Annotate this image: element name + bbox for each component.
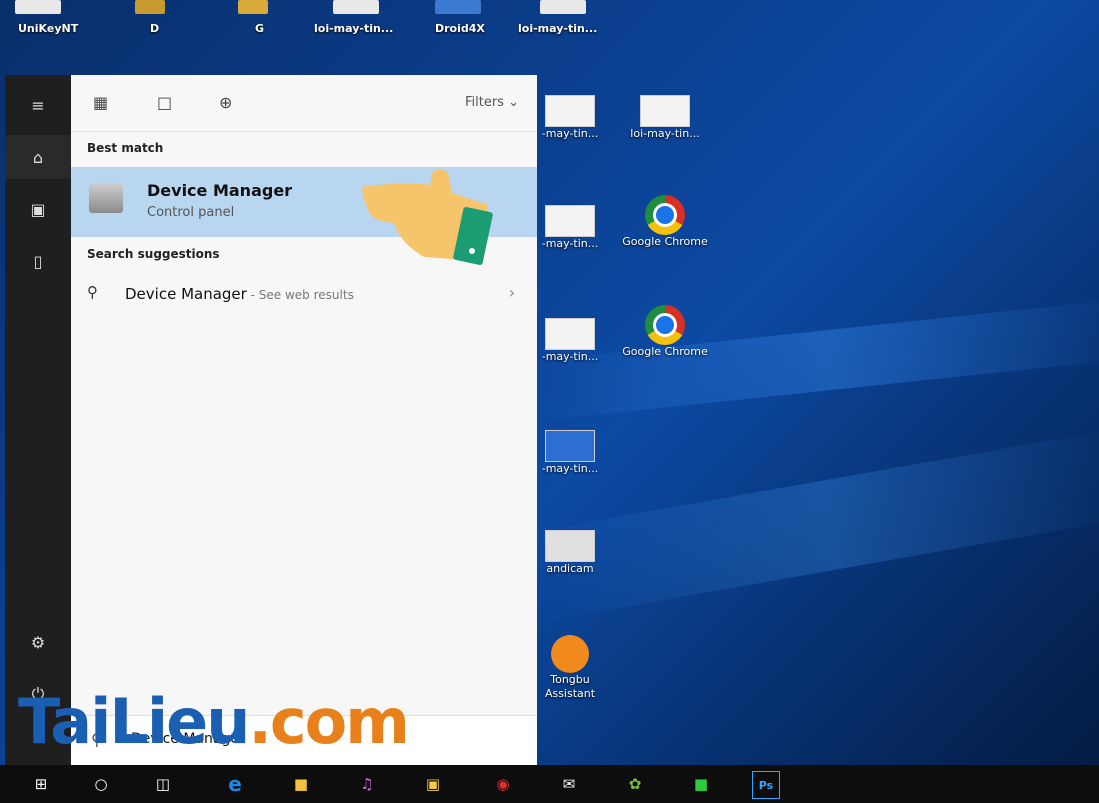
file-thumbnail bbox=[545, 318, 595, 350]
desktop-icon[interactable] bbox=[15, 0, 61, 14]
desktop-icon-label[interactable]: Droid4X bbox=[435, 22, 485, 35]
phone-icon[interactable]: ▯ bbox=[5, 239, 71, 283]
app-icon-green[interactable]: ✿ bbox=[622, 771, 648, 797]
desktop-icon-label[interactable]: D bbox=[150, 22, 159, 35]
filters-button[interactable]: Filters ⌄ bbox=[465, 95, 519, 110]
store-icon[interactable]: ▣ bbox=[420, 771, 446, 797]
tongbu-icon bbox=[551, 635, 589, 673]
file-thumbnail bbox=[545, 205, 595, 237]
home-icon[interactable]: ⌂ bbox=[5, 135, 71, 179]
device-manager-icon bbox=[89, 183, 123, 213]
file-thumbnail bbox=[640, 95, 690, 127]
file-thumbnail bbox=[545, 430, 595, 462]
desktop-icon-label: Google Chrome bbox=[622, 345, 708, 358]
desktop-icon-label: Google Chrome bbox=[622, 235, 708, 248]
cortana-icon[interactable]: ○ bbox=[88, 771, 114, 797]
desktop-icon-label[interactable]: G bbox=[255, 22, 264, 35]
desktop-icon-label: andicam bbox=[546, 562, 594, 575]
suggestion-text: Device Manager bbox=[125, 285, 247, 303]
desktop-icon[interactable]: -may-tin... bbox=[525, 430, 615, 476]
pointing-hand-icon bbox=[362, 169, 493, 265]
desktop-top-row: UniKeyNT D G loi-may-tin... Droid4X loi-… bbox=[0, 0, 620, 40]
search-suggestion-item[interactable]: ⚲ Device Manager - See web results › bbox=[71, 277, 537, 313]
desktop-icon[interactable]: loi-may-tin... bbox=[620, 95, 710, 141]
mail-icon[interactable]: ✉ bbox=[556, 771, 582, 797]
chrome-icon bbox=[645, 305, 685, 345]
desktop-icon[interactable] bbox=[333, 0, 379, 14]
desktop-icon-label[interactable]: loi-may-tin... bbox=[518, 22, 597, 35]
task-view-icon[interactable]: ◫ bbox=[150, 771, 176, 797]
desktop-icon[interactable]: -may-tin... bbox=[525, 95, 615, 141]
search-filter-bar: ▦ □ ⊕ Filters ⌄ bbox=[71, 75, 537, 132]
desktop-icon[interactable] bbox=[540, 0, 586, 14]
desktop-icon[interactable] bbox=[238, 0, 268, 14]
app-icon-red[interactable]: ◉ bbox=[490, 771, 516, 797]
suggestions-heading: Search suggestions bbox=[87, 247, 220, 261]
settings-icon[interactable]: ⚙ bbox=[5, 620, 71, 664]
desktop-icon-label: loi-may-tin... bbox=[630, 127, 700, 140]
suggestion-subtext: - See web results bbox=[246, 288, 354, 302]
chevron-down-icon: ⌄ bbox=[508, 95, 519, 110]
desktop-icon-label: -may-tin... bbox=[541, 127, 599, 140]
desktop-icon[interactable]: andicam bbox=[525, 530, 615, 576]
line-icon[interactable]: ■ bbox=[688, 771, 714, 797]
desktop-icon-label: -may-tin... bbox=[541, 237, 599, 250]
hamburger-icon[interactable]: ≡ bbox=[5, 83, 71, 127]
file-thumbnail bbox=[545, 95, 595, 127]
desktop-icon[interactable] bbox=[435, 0, 481, 14]
best-match-heading: Best match bbox=[87, 141, 164, 155]
chevron-right-icon: › bbox=[508, 283, 515, 302]
desktop-icon[interactable]: Google Chrome bbox=[620, 305, 710, 359]
desktop-icon-label: -may-tin... bbox=[541, 350, 599, 363]
desktop-icon[interactable] bbox=[135, 0, 165, 14]
start-left-rail: ≡ ⌂ ▣ ▯ ⚙ ⏻ bbox=[5, 75, 71, 765]
best-match-subtitle: Control panel bbox=[147, 205, 235, 220]
desktop-icon-label[interactable]: loi-may-tin... bbox=[314, 22, 393, 35]
edge-icon[interactable]: e bbox=[222, 771, 248, 797]
filters-label: Filters bbox=[464, 95, 504, 110]
best-match-title: Device Manager bbox=[147, 181, 293, 200]
itunes-icon[interactable]: ♫ bbox=[354, 771, 380, 797]
desktop-icon-label: Tongbu Assistant bbox=[544, 673, 596, 700]
search-icon: ⚲ bbox=[87, 283, 98, 301]
web-icon[interactable]: ⊕ bbox=[219, 93, 232, 112]
apps-icon[interactable]: ▦ bbox=[93, 93, 108, 112]
desktop-icon-label[interactable]: UniKeyNT bbox=[18, 22, 78, 35]
documents-icon[interactable]: ▣ bbox=[5, 187, 71, 231]
file-explorer-icon[interactable]: ■ bbox=[288, 771, 314, 797]
watermark-logo: TaiLieu.com bbox=[18, 685, 410, 758]
desktop-icon[interactable]: -may-tin... bbox=[525, 318, 615, 364]
desktop-icon[interactable]: Tongbu Assistant bbox=[525, 635, 615, 701]
desktop-icon-label: -may-tin... bbox=[541, 462, 599, 475]
document-icon[interactable]: □ bbox=[157, 93, 172, 112]
watermark-text: TaiLieu bbox=[18, 685, 250, 758]
chrome-icon bbox=[645, 195, 685, 235]
start-icon[interactable]: ⊞ bbox=[28, 771, 54, 797]
watermark-text: .com bbox=[248, 685, 410, 758]
file-thumbnail bbox=[545, 530, 595, 562]
desktop-icon[interactable]: -may-tin... bbox=[525, 205, 615, 251]
desktop-icon[interactable]: Google Chrome bbox=[620, 195, 710, 249]
photoshop-icon[interactable]: Ps bbox=[752, 771, 780, 799]
taskbar: ⊞ ○ ◫ e ■ ♫ ▣ ◉ ✉ ✿ ■ Ps bbox=[0, 765, 1099, 803]
photoshop-label: Ps bbox=[758, 778, 774, 792]
